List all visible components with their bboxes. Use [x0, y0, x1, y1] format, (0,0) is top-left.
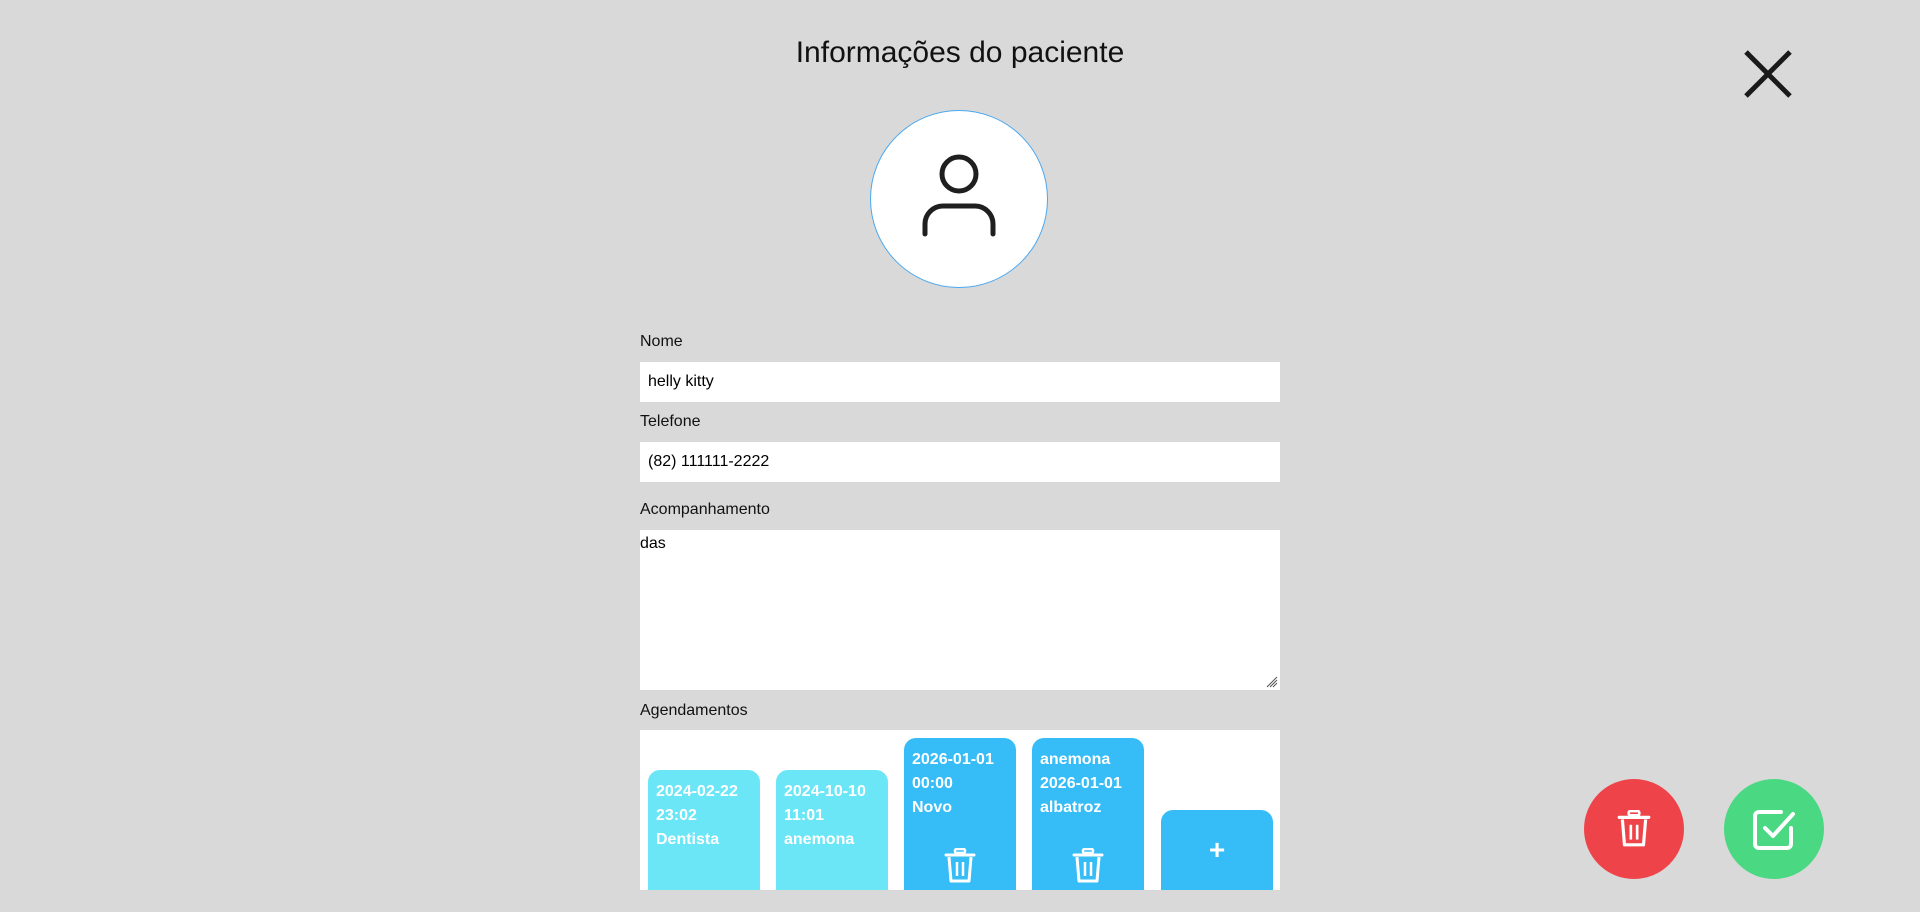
appointment-line1: 2024-02-22: [656, 783, 738, 800]
appointment-line3: albatroz: [1040, 799, 1102, 816]
resize-grip-icon[interactable]: [1266, 676, 1278, 688]
notes-textarea[interactable]: das: [640, 530, 1280, 690]
trash-icon[interactable]: [944, 848, 976, 884]
notes-label: Acompanhamento: [640, 501, 770, 518]
trash-icon: [1617, 810, 1651, 847]
appointment-card[interactable]: 2024-02-22 23:02 Dentista: [648, 770, 760, 890]
close-button[interactable]: [1742, 48, 1794, 100]
appointment-line3: anemona: [784, 831, 855, 848]
appointment-line2: 23:02: [656, 807, 697, 824]
appointment-line3: Novo: [912, 799, 952, 816]
avatar[interactable]: [870, 110, 1048, 288]
close-icon: [1744, 50, 1792, 98]
phone-field[interactable]: (82) 111111-2222: [640, 442, 1280, 482]
appointment-line2: 00:00: [912, 775, 953, 792]
appointment-card[interactable]: anemona 2026-01-01 albatroz: [1032, 738, 1144, 890]
appointment-line1: 2026-01-01: [912, 751, 994, 768]
page-title: Informações do paciente: [795, 36, 1125, 69]
add-appointment-button[interactable]: +: [1161, 810, 1273, 890]
appointment-card[interactable]: 2024-10-10 11:01 anemona: [776, 770, 888, 890]
notes-text: das: [640, 535, 666, 552]
appointments-list: 2024-02-22 23:02 Dentista 2024-10-10 11:…: [640, 730, 1280, 890]
name-field[interactable]: helly kitty: [640, 362, 1280, 402]
appointment-line2: 11:01: [784, 807, 825, 824]
trash-icon[interactable]: [1072, 848, 1104, 884]
delete-patient-button[interactable]: [1584, 779, 1684, 879]
save-patient-button[interactable]: [1724, 779, 1824, 879]
user-icon: [922, 154, 996, 237]
appointment-line1: 2024-10-10: [784, 783, 866, 800]
name-label: Nome: [640, 333, 683, 350]
appointments-label: Agendamentos: [640, 702, 748, 719]
appointment-line1: anemona: [1040, 751, 1111, 768]
appointment-line2: 2026-01-01: [1040, 775, 1122, 792]
check-square-icon: [1753, 810, 1795, 850]
phone-label: Telefone: [640, 413, 701, 430]
appointment-card[interactable]: 2026-01-01 00:00 Novo: [904, 738, 1016, 890]
appointment-line3: Dentista: [656, 831, 720, 848]
